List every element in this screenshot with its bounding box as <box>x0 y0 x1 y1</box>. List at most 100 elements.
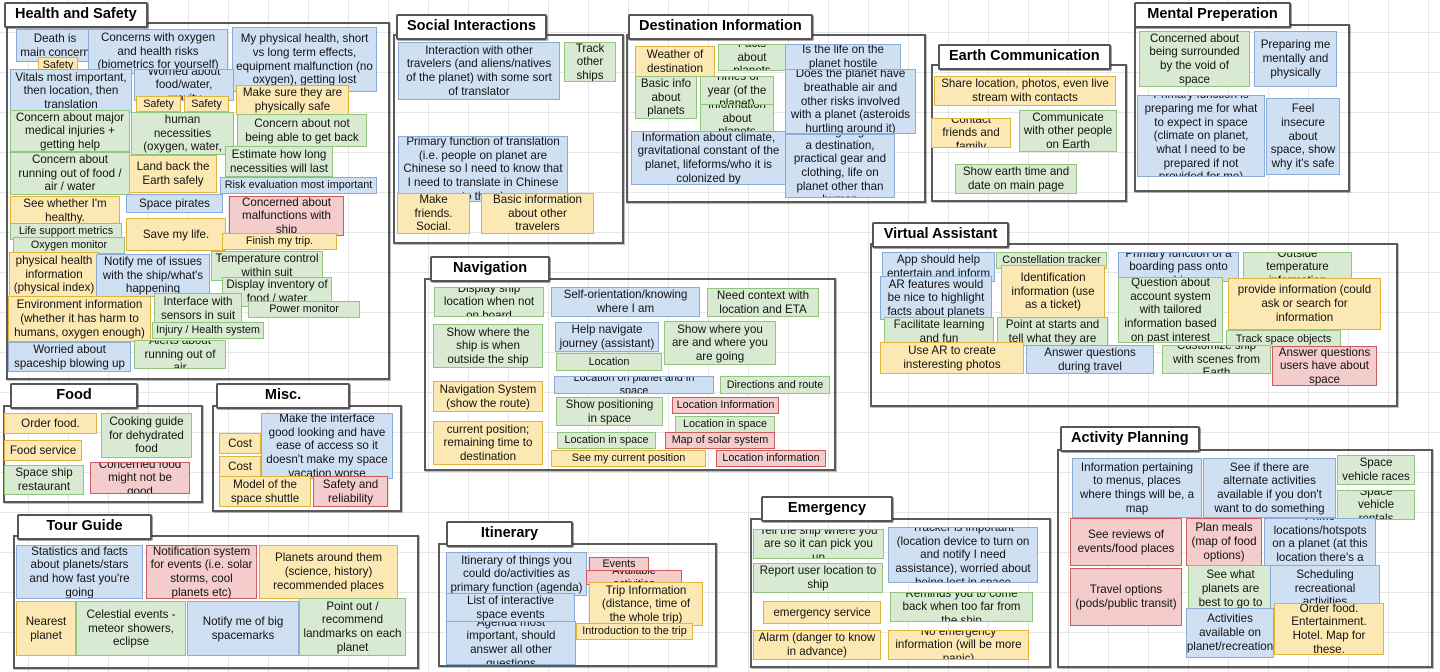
sticky-note[interactable]: Self-orientation/knowing where I am <box>551 287 700 317</box>
sticky-note[interactable]: Customize ship with scenes from Earth <box>1162 345 1271 374</box>
sticky-note[interactable]: physical health information (physical in… <box>9 252 99 297</box>
sticky-note[interactable]: Interaction with other travelers (and al… <box>398 42 560 100</box>
sticky-note[interactable]: Basic information about other travelers <box>481 193 594 234</box>
sticky-note[interactable]: Location information <box>716 450 826 467</box>
sticky-note[interactable]: Location in space <box>675 416 775 433</box>
sticky-note[interactable]: Environment information (whether it has … <box>8 296 151 342</box>
sticky-note[interactable]: Activities available on planet/recreatio… <box>1186 608 1274 658</box>
sticky-note[interactable]: Share location, photos, even live stream… <box>934 76 1116 106</box>
sticky-note[interactable]: Question about account system with tailo… <box>1118 277 1223 343</box>
sticky-note[interactable]: Map of solar system <box>665 432 775 449</box>
sticky-note[interactable]: Feel insecure about space, show why it's… <box>1266 98 1340 175</box>
sticky-note[interactable]: Safety <box>184 96 229 112</box>
sticky-note[interactable]: Estimate how long necessities will last <box>225 146 333 177</box>
sticky-note[interactable]: Order food. <box>4 413 97 434</box>
sticky-note[interactable]: Worried about spaceship blowing up <box>8 342 131 372</box>
sticky-note[interactable]: Space ship restaurant <box>4 465 84 495</box>
sticky-note[interactable]: Use AR to create insteresting photos <box>880 342 1024 374</box>
sticky-note[interactable]: Notify me of issues with the ship/what's… <box>96 254 210 297</box>
sticky-note[interactable]: Safety <box>136 96 181 112</box>
sticky-note[interactable]: Make the interface good looking and have… <box>261 413 393 479</box>
sticky-note[interactable]: Answer questions users have about space <box>1272 346 1377 386</box>
sticky-note[interactable]: Is the life on the planet hostile <box>785 44 901 70</box>
sticky-note[interactable]: Contact friends and family <box>931 118 1011 148</box>
sticky-note[interactable]: Reminds you to come back when too far fr… <box>890 592 1033 622</box>
sticky-note[interactable]: Safety and reliability <box>313 476 388 507</box>
sticky-note[interactable]: Space vehicle rentals <box>1337 490 1415 520</box>
sticky-note[interactable]: Track other ships <box>564 42 616 82</box>
sticky-note[interactable]: Concerns with oxygen and health risks (b… <box>88 29 228 74</box>
sticky-note[interactable]: Save my life. <box>126 218 226 251</box>
sticky-note[interactable]: Facts about planets <box>718 44 786 71</box>
sticky-note[interactable]: Information about climate, gravitational… <box>631 131 786 185</box>
sticky-note[interactable]: Tracker is important (location device to… <box>888 527 1038 583</box>
sticky-note[interactable]: Notify me of big spacemarks <box>187 601 299 656</box>
sticky-note[interactable]: Order food. Entertainment. Hotel. Map fo… <box>1274 603 1384 655</box>
sticky-note[interactable]: Space pirates <box>126 194 223 213</box>
sticky-note[interactable]: Prime locations/hotspots on a planet (at… <box>1264 518 1376 570</box>
sticky-note[interactable]: See if there are alternate activities av… <box>1203 458 1336 518</box>
sticky-note[interactable]: Agenda most important, should answer all… <box>446 621 576 665</box>
sticky-note[interactable]: Communicate with other people on Earth <box>1019 110 1117 152</box>
sticky-note[interactable]: Itinerary of things you could do/activit… <box>446 552 587 596</box>
sticky-note[interactable]: Interface with sensors in suit <box>154 293 242 324</box>
sticky-note[interactable]: Preparing me mentally and physically <box>1254 31 1337 87</box>
sticky-note[interactable]: List of interactive space events <box>446 593 575 623</box>
sticky-note[interactable]: Directions and route <box>720 376 830 394</box>
sticky-note[interactable]: Concern about not being able to get back <box>237 114 367 147</box>
sticky-note[interactable]: My physical health, short vs long term e… <box>232 27 377 92</box>
sticky-note[interactable]: AR features would be nice to highlight f… <box>880 276 992 320</box>
sticky-note[interactable]: provide information (could ask or search… <box>1228 278 1381 330</box>
sticky-note[interactable]: Concerned food might not be good <box>90 462 190 494</box>
sticky-note[interactable]: Help navigate journey (assistant) <box>555 322 659 352</box>
sticky-note[interactable]: Show where the ship is when outside the … <box>433 324 543 368</box>
sticky-note[interactable]: Show where you are and where you are goi… <box>664 321 776 365</box>
sticky-note[interactable]: Make sure they are physically safe <box>236 85 349 115</box>
sticky-note[interactable]: Make friends. Social. <box>397 193 470 234</box>
sticky-note[interactable]: Celestial events - meteor showers, eclip… <box>76 601 186 656</box>
sticky-note[interactable]: Show earth time and date on main page <box>955 164 1077 194</box>
sticky-note[interactable]: Alarm (danger to know in advance) <box>753 630 881 660</box>
sticky-note[interactable]: Need context with location and ETA <box>707 288 819 317</box>
sticky-note[interactable]: Risk evaluation most important <box>220 177 377 194</box>
sticky-note[interactable]: Information about planets <box>700 104 774 133</box>
sticky-note[interactable]: Cost <box>219 433 261 454</box>
sticky-note[interactable]: Introduction to the trip <box>576 623 693 640</box>
sticky-note[interactable]: Report user location to ship <box>753 563 883 593</box>
sticky-note[interactable]: How long to get to a destination, practi… <box>785 134 895 198</box>
sticky-note[interactable]: Concerned about being surrounded by the … <box>1139 31 1250 87</box>
sticky-note[interactable]: See reviews of events/food places <box>1070 518 1182 566</box>
sticky-note[interactable]: Nearest planet <box>16 601 76 656</box>
sticky-note[interactable]: Does the planet have breathable air and … <box>785 69 916 134</box>
sticky-note[interactable]: Travel options (pods/public transit) <box>1070 568 1182 626</box>
sticky-note[interactable]: Concern about human necessities (oxygen,… <box>131 112 234 155</box>
sticky-note[interactable]: Space vehicle races <box>1337 455 1415 485</box>
sticky-note[interactable]: Point out / recommend landmarks on each … <box>299 598 406 656</box>
sticky-note[interactable]: See whether I'm healthy. <box>10 196 120 225</box>
sticky-note[interactable]: Cost <box>219 456 261 477</box>
sticky-note[interactable]: No emergency information (will be more p… <box>888 630 1029 660</box>
sticky-note[interactable]: Plan meals (map of food options) <box>1186 518 1262 566</box>
sticky-note[interactable]: Location Information <box>672 397 779 414</box>
sticky-note[interactable]: Notification system for events (i.e. sol… <box>146 545 257 599</box>
sticky-note[interactable]: Injury / Health system <box>152 322 264 339</box>
sticky-note[interactable]: Cooking guide for dehydrated food <box>101 413 192 458</box>
sticky-note[interactable]: Identification information (use as a tic… <box>1001 265 1105 318</box>
sticky-note[interactable]: Location <box>556 353 662 371</box>
sticky-note[interactable]: Trip Information (distance, time of the … <box>589 582 703 626</box>
sticky-note[interactable]: Land back the Earth safely <box>129 155 217 193</box>
sticky-note[interactable]: Tell the ship where you are so it can pi… <box>753 529 884 559</box>
sticky-note[interactable]: See my current position <box>551 450 706 467</box>
sticky-note[interactable]: Planets around them (science, history) r… <box>259 545 398 599</box>
sticky-note[interactable]: Answer questions during travel <box>1026 345 1154 374</box>
sticky-note[interactable]: emergency service <box>763 601 881 624</box>
sticky-note[interactable]: current position; remaining time to dest… <box>433 421 543 465</box>
sticky-note[interactable]: Statistics and facts about planets/stars… <box>16 545 143 599</box>
sticky-note[interactable]: Alerts about running out of air <box>134 340 226 369</box>
sticky-note[interactable]: Navigation System (show the route) <box>433 381 543 412</box>
sticky-note[interactable]: Concerned about malfunctions with ship <box>229 196 344 236</box>
sticky-note[interactable]: Information pertaining to menus, places … <box>1072 458 1202 518</box>
sticky-note[interactable]: Finish my trip. <box>222 233 337 250</box>
sticky-note[interactable]: Primary function is preparing me for wha… <box>1137 95 1265 177</box>
sticky-note[interactable]: Power monitor <box>248 301 360 318</box>
